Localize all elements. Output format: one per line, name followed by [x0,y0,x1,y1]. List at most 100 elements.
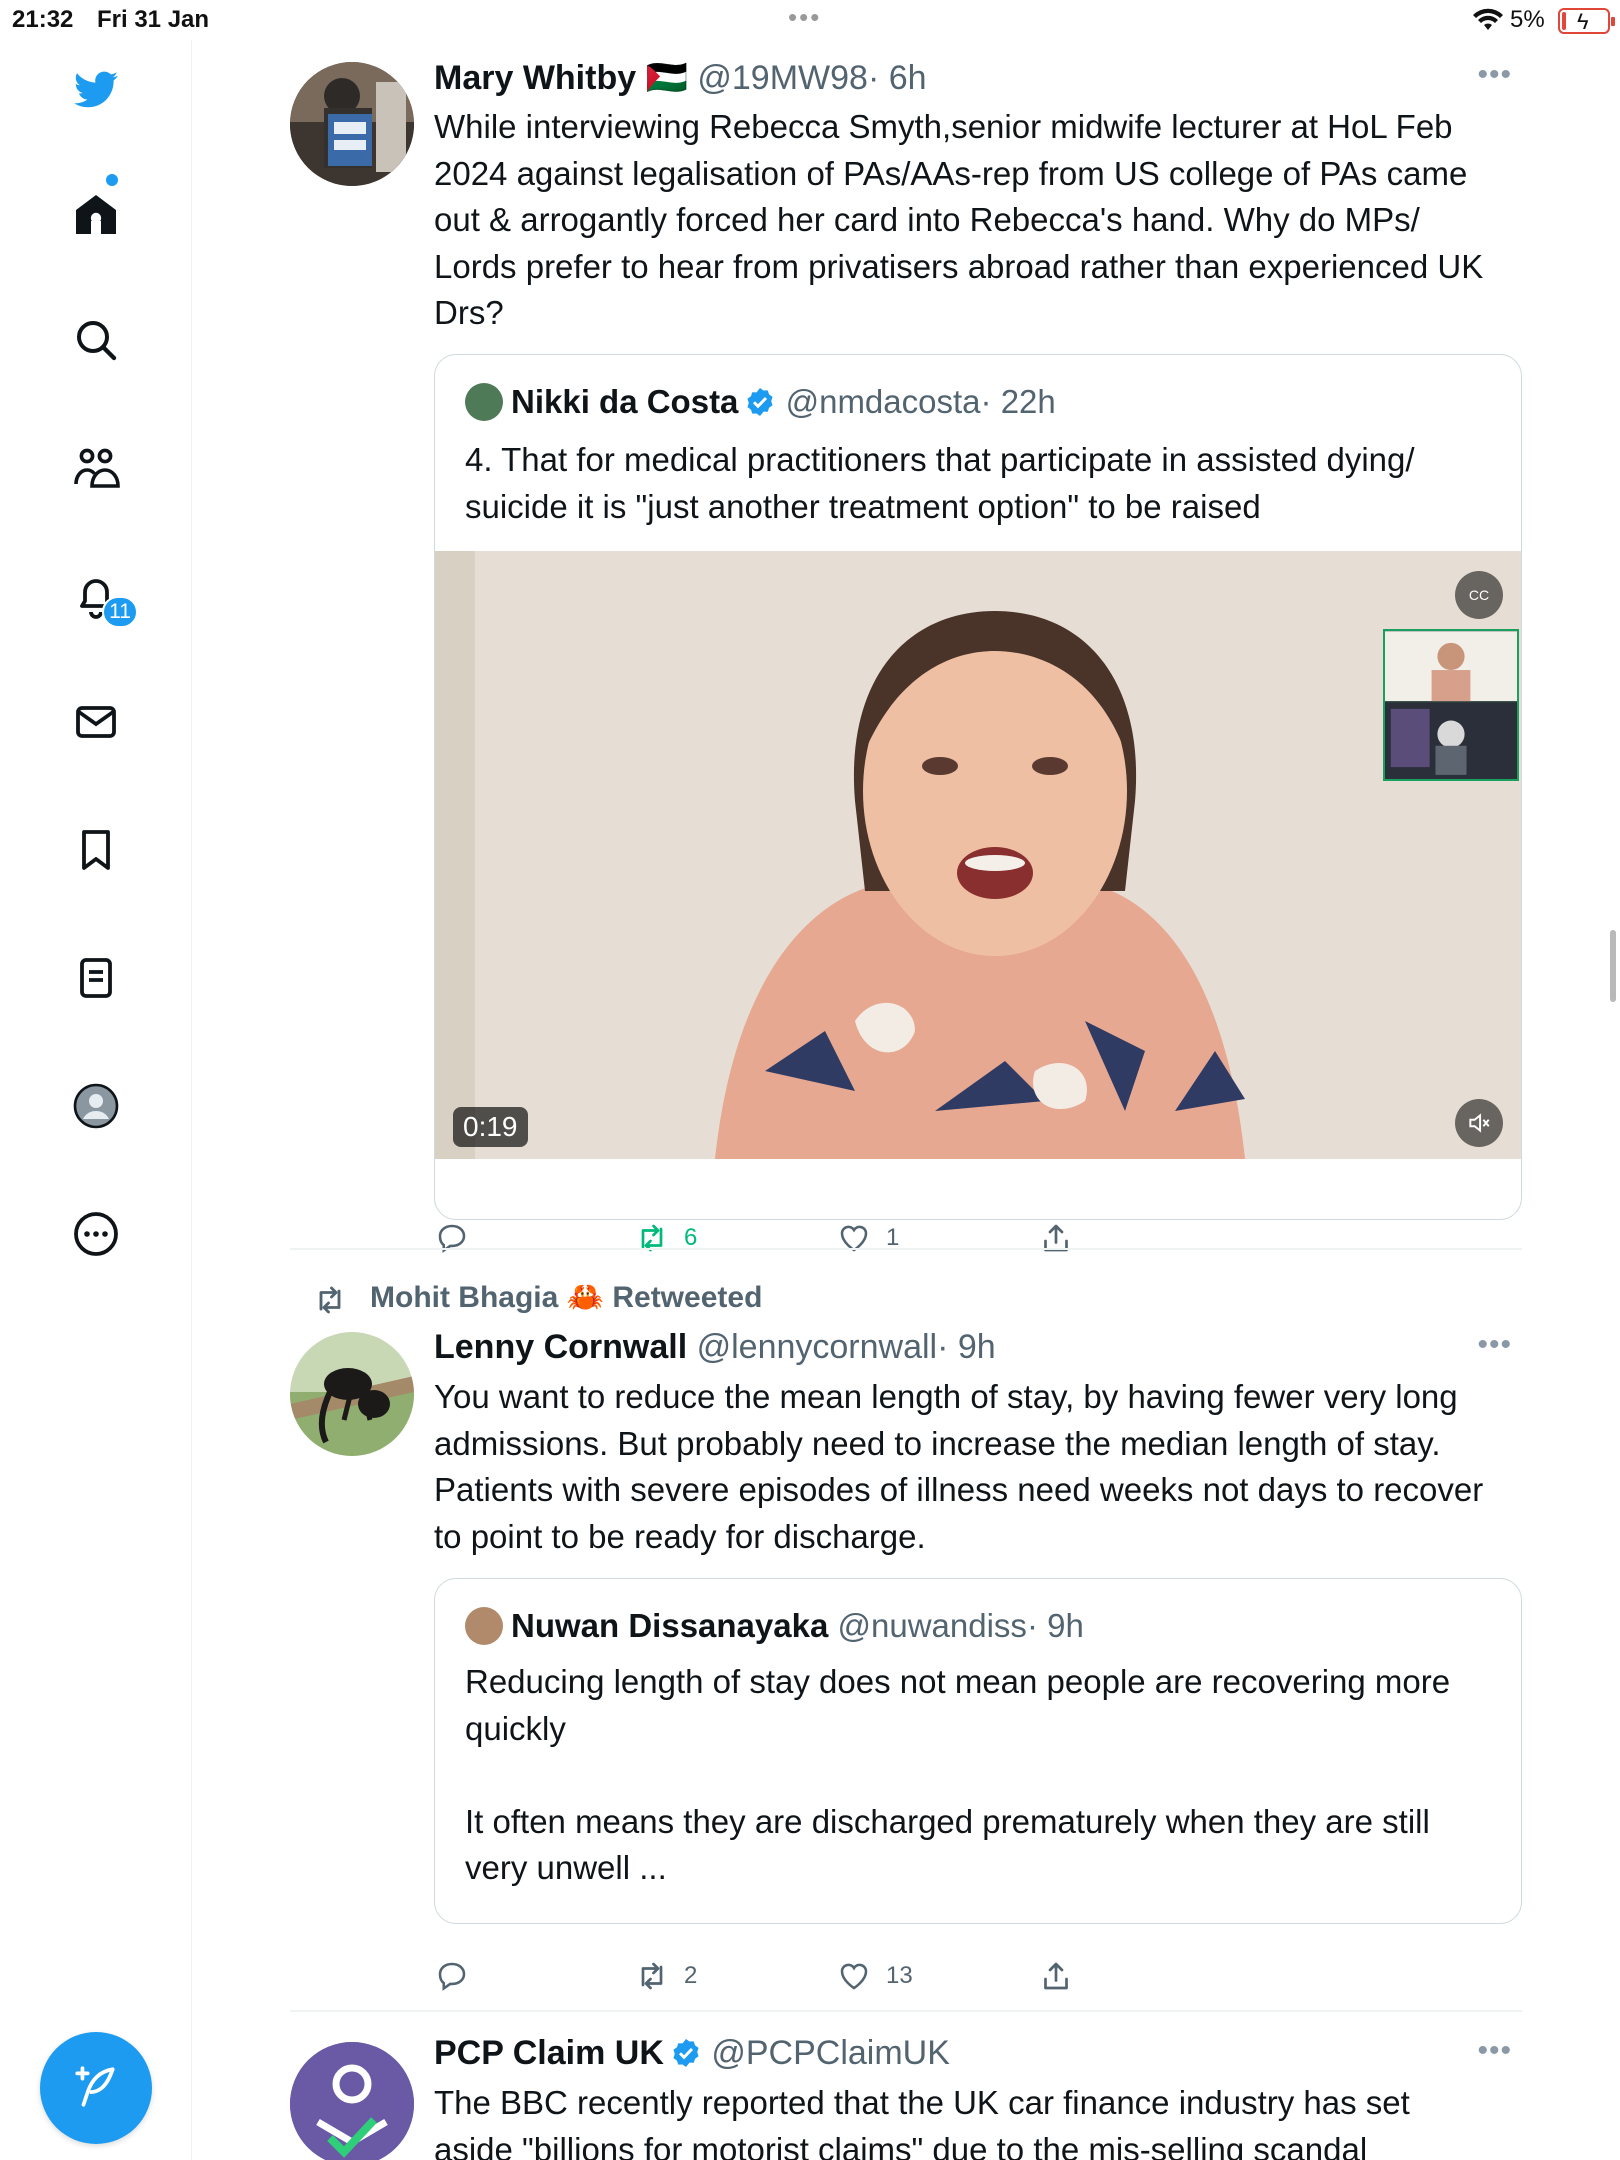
tweet-actions: 6 1 [434,1220,1134,1264]
notifications-badge: 11 [102,596,138,628]
quoted-avatar [465,383,503,421]
battery-percent: 5% [1510,6,1545,33]
tweet-text-line: Drs? [434,294,504,331]
more-options-icon[interactable]: ••• [1477,1328,1512,1362]
home-icon[interactable] [68,186,124,242]
messages-icon[interactable] [68,694,124,750]
like-icon [840,1963,868,1990]
retweet-context[interactable]: Mohit Bhagia 🦀 Retweeted [319,1280,763,1315]
quoted-text-line [465,1752,1495,1799]
quoted-text-line: very unwell ... [465,1849,667,1886]
retweet-icon [641,1224,663,1252]
retweet-button[interactable]: 2 [634,1958,697,1994]
avatar[interactable] [290,2042,414,2160]
like-count: 13 [886,1962,913,1989]
tweet-text-line: admissions. But probably need to increas… [434,1424,1441,1462]
profile-icon[interactable] [68,1078,124,1134]
verified-badge-icon [673,2039,699,2067]
bookmarks-icon[interactable] [68,822,124,878]
author-handle[interactable]: @PCPClaimUK [711,2034,950,2072]
retweet-context-icon [319,1286,341,1314]
author-name[interactable]: Mary Whitby [434,59,636,97]
home-unread-dot [106,174,118,186]
reply-icon [438,1224,466,1253]
picture-in-picture-participants [1383,629,1519,781]
twitter-logo-icon[interactable] [68,62,124,118]
search-icon[interactable] [68,312,124,368]
compose-tweet-button[interactable] [40,2032,152,2144]
tweet-header: Lenny Cornwall @lennycornwall· 9h [434,1328,996,1367]
video-duration: 0:19 [453,1107,528,1147]
quoted-text-line: It often means they are discharged prema… [465,1802,1430,1840]
multitasking-dots-icon[interactable]: ••• [788,2,821,33]
tweet-text-line: aside "billions for motorist claims" due… [434,2130,1368,2160]
closed-captions-icon[interactable]: CC [1455,571,1503,619]
quoted-tweet[interactable]: Nikki da Costa @nmdacosta· 22h 4. That f… [434,354,1522,1220]
quoted-text-line: suicide it is "just another treatment op… [465,487,1261,525]
tweet-text: While interviewing Rebecca Smyth,senior … [434,104,1514,337]
retweeted-by-label: Mohit Bhagia 🦀 Retweeted [370,1281,763,1314]
share-button[interactable] [1038,1220,1074,1256]
like-icon [840,1225,868,1252]
like-button[interactable]: 13 [836,1958,913,1994]
tweet-header: Mary Whitby 🇵🇸 @19MW98· 6h [434,58,927,98]
verified-badge-icon [747,388,773,416]
share-button[interactable] [1038,1958,1074,1994]
quoted-tweet-header: Nikki da Costa @nmdacosta· 22h [465,383,1056,421]
author-handle[interactable]: @19MW98 [697,59,868,97]
retweet-button[interactable]: 6 [634,1220,697,1256]
flag-emoji: 🇵🇸 [645,59,688,97]
video-player[interactable]: CC 0:19 [435,551,1521,1159]
retweet-icon [641,1962,663,1990]
tweet-text-line: While interviewing Rebecca Smyth,senior … [434,108,1453,145]
quoted-text-line: Reducing length of stay does not mean pe… [465,1663,1451,1700]
reply-button[interactable] [434,1958,484,1994]
author-handle[interactable]: @lennycornwall [697,1328,938,1366]
quoted-tweet[interactable]: Nuwan Dissanayaka @nuwandiss· 9h Reducin… [434,1578,1522,1924]
tweet-divider [290,1248,1522,1250]
tweet-text-line: You want to reduce the mean length of st… [434,1378,1458,1415]
quoted-tweet-text: 4. That for medical practitioners that p… [465,437,1495,530]
lists-icon[interactable] [68,950,124,1006]
status-time: 21:32 [12,6,74,33]
quoted-text-line: quickly [465,1709,566,1747]
more-options-icon[interactable]: ••• [1477,2034,1512,2068]
like-button[interactable]: 1 [836,1220,899,1256]
tweet-time[interactable]: · 9h [937,1328,996,1366]
tweet-time[interactable]: · 6h [868,59,927,97]
tweet-text: The BBC recently reported that the UK ca… [434,2080,1514,2160]
author-name[interactable]: Lenny Cornwall [434,1328,687,1366]
compose-tweet-icon [75,2066,115,2107]
mute-icon[interactable] [1455,1099,1503,1147]
scrollbar[interactable] [1610,930,1616,1002]
tweet-text-line: The BBC recently reported that the UK ca… [434,2084,1410,2121]
reply-icon [438,1962,466,1991]
tweet-text-line: out & arrogantly forced her card into Re… [434,201,1420,238]
more-icon[interactable] [68,1206,124,1262]
more-options-icon[interactable]: ••• [1477,58,1512,92]
share-icon [1044,1224,1068,1252]
quoted-tweet-time: · 9h [1026,1607,1084,1644]
communities-icon[interactable] [68,440,124,496]
quoted-avatar [465,1607,503,1645]
quoted-tweet-time: · 22h [980,383,1056,420]
battery-icon: ϟ [1558,8,1615,34]
quoted-author-name: Nuwan Dissanayaka [511,1607,829,1644]
tweet-divider [290,2010,1522,2012]
status-date: Fri 31 Jan [97,6,210,33]
avatar[interactable] [290,62,414,186]
tweet-header: PCP Claim UK @PCPClaimUK [434,2034,950,2073]
reply-button[interactable] [434,1220,484,1256]
tweet-text-line: Lords prefer to hear from privatisers ab… [434,247,1484,285]
sidebar-nav: 11 [0,40,192,2160]
quoted-text-line: 4. That for medical practitioners that p… [465,441,1415,478]
quoted-tweet-header: Nuwan Dissanayaka @nuwandiss· 9h [465,1607,1084,1645]
status-bar: 21:32 Fri 31 Jan ••• 5% ϟ [0,0,1620,40]
author-name[interactable]: PCP Claim UK [434,2034,664,2072]
avatar[interactable] [290,1332,414,1456]
share-icon [1044,1962,1068,1990]
quoted-author-handle: @nuwandiss [837,1607,1027,1644]
tweet-text: You want to reduce the mean length of st… [434,1374,1514,1560]
quoted-author-handle: @nmdacosta [785,383,981,420]
tweet-text-line: Patients with severe episodes of illness… [434,1471,1484,1508]
